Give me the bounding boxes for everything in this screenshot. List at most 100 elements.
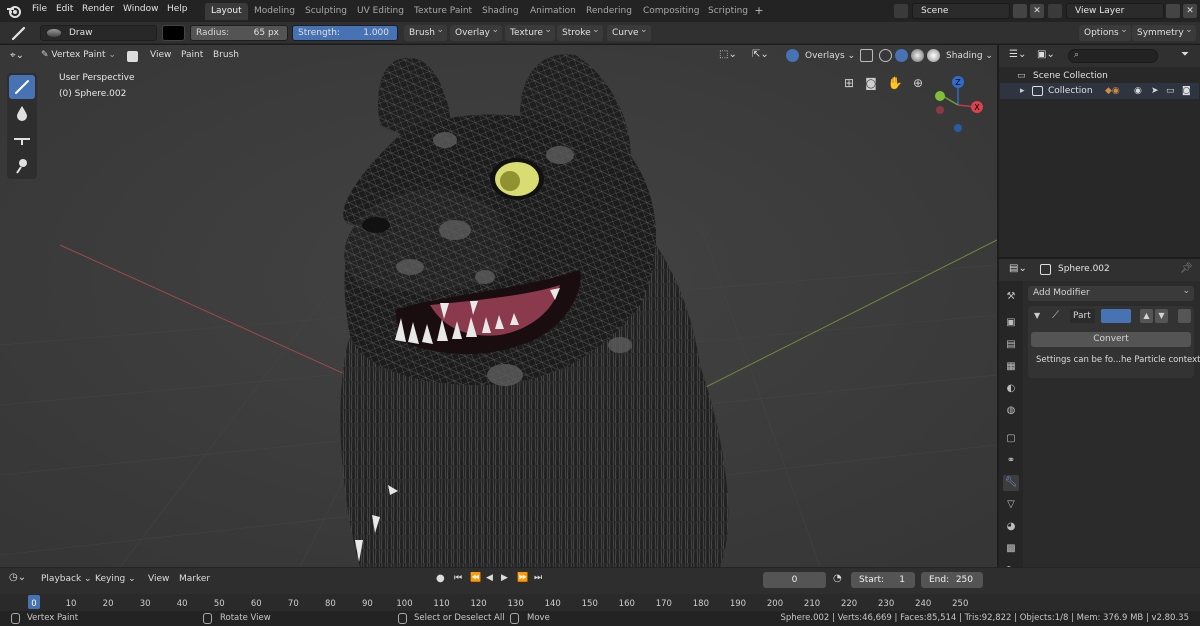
new-view-layer-icon[interactable]	[1166, 4, 1180, 18]
menu-file[interactable]: File	[32, 4, 47, 14]
tab-scene-icon[interactable]: ◐	[1003, 381, 1019, 397]
tab-object-icon[interactable]: ▢	[1003, 431, 1019, 447]
tab-rendering[interactable]: Rendering	[580, 3, 638, 20]
scene-field[interactable]: Scene	[912, 3, 1010, 19]
tab-animation[interactable]: Animation	[524, 3, 582, 20]
stroke-dropdown[interactable]: Stroke	[557, 22, 603, 41]
outliner-row-collection[interactable]: ▸ Collection ◆◉ ◉ ➤ ▭ ◙	[1000, 83, 1199, 99]
menu-window[interactable]: Window	[123, 4, 159, 14]
pin-icon[interactable]: 📌︎	[1180, 263, 1193, 274]
tab-view-layer-icon[interactable]: ▦	[1003, 359, 1019, 375]
curve-dropdown[interactable]: Curve	[607, 22, 651, 41]
camera-icon[interactable]: ◙	[862, 75, 880, 91]
next-keyframe-icon[interactable]: ⏩	[517, 573, 528, 583]
tab-uv-editing[interactable]: UV Editing	[351, 3, 410, 20]
render-camera-icon[interactable]: ◙	[1182, 83, 1191, 99]
tab-physics-icon[interactable]: ◕	[1003, 519, 1019, 535]
mode-selector[interactable]: ✎ Vertex Paint ⌄	[41, 50, 116, 60]
solid-shading-icon[interactable]	[895, 49, 908, 62]
gizmo-toggle-icon[interactable]: ⇱⌄	[752, 49, 769, 60]
shading-dropdown[interactable]: Shading ⌄	[946, 51, 993, 61]
properties-editor-icon[interactable]: ▤⌄	[1009, 263, 1027, 274]
current-frame-field[interactable]: 0	[763, 572, 826, 588]
options-dropdown[interactable]: Options	[1079, 22, 1131, 41]
hand-pan-icon[interactable]: ✋	[886, 75, 904, 91]
menu-help[interactable]: Help	[167, 4, 188, 14]
play-reverse-icon[interactable]: ◀	[486, 573, 493, 583]
brush-tool-icon[interactable]	[10, 25, 28, 41]
outliner-row-scene-collection[interactable]: ▭ Scene Collection	[1000, 68, 1199, 84]
modifier-visibility-toggles[interactable]	[1101, 309, 1131, 323]
preview-range-icon[interactable]: ◔	[833, 573, 842, 584]
3d-viewport[interactable]: User Perspective (0) Sphere.002 Z X ⊞ ◙ …	[0, 45, 997, 567]
tab-scripting[interactable]: Scripting	[702, 3, 754, 20]
selectable-arrow-icon[interactable]: ➤	[1151, 83, 1159, 99]
timeline-menu-playback[interactable]: Playback ⌄	[41, 574, 92, 584]
rendered-shading-icon[interactable]	[927, 49, 940, 62]
tab-texture-icon[interactable]: ▩	[1003, 541, 1019, 557]
viewport-menu-view[interactable]: View	[150, 50, 171, 60]
tab-constraints-icon[interactable]: ⚭	[1003, 453, 1019, 469]
blur-tool-button[interactable]	[9, 101, 35, 125]
brush-dropdown[interactable]: Brush	[404, 22, 447, 41]
tab-world-icon[interactable]: ◍	[1003, 403, 1019, 419]
outliner-search-input[interactable]: ⌕	[1068, 49, 1158, 63]
symmetry-dropdown[interactable]: Symmetry	[1132, 22, 1196, 41]
brush-selector[interactable]: Draw	[40, 25, 157, 41]
brush-color-swatch[interactable]	[162, 25, 185, 41]
timeline-menu-view[interactable]: View	[148, 574, 169, 584]
modifier-name-field[interactable]: Part	[1070, 309, 1095, 323]
convert-button[interactable]: Convert	[1031, 332, 1191, 347]
tab-modifiers-wrench-icon[interactable]: 🔧︎	[1003, 475, 1019, 491]
tab-tool-icon[interactable]: ⚒	[1003, 289, 1019, 305]
expand-arrow-icon[interactable]: ▸	[1020, 83, 1025, 99]
tab-compositing[interactable]: Compositing	[637, 3, 705, 20]
radius-field[interactable]: Radius: 65 px	[190, 25, 288, 41]
viewport-toggle-icon[interactable]: ▭	[1166, 83, 1175, 99]
move-up-icon[interactable]: ▲	[1140, 309, 1153, 323]
editor-type-icon[interactable]: ⌖⌄	[10, 50, 26, 62]
end-frame-field[interactable]: End: 250	[921, 572, 983, 588]
grid-view-icon[interactable]: ⊞	[840, 75, 858, 91]
paint-mask-icon[interactable]	[127, 51, 138, 62]
timeline-menu-marker[interactable]: Marker	[179, 574, 210, 584]
modifier-menu-icon[interactable]	[1178, 309, 1191, 323]
tab-shading[interactable]: Shading	[476, 3, 525, 20]
new-scene-icon[interactable]	[1013, 4, 1027, 18]
average-tool-button[interactable]	[9, 127, 35, 151]
record-icon[interactable]: ●	[436, 573, 445, 584]
navigation-gizmo[interactable]: Z X	[928, 75, 988, 139]
tab-layout[interactable]: Layout	[205, 3, 248, 20]
xray-icon[interactable]	[860, 49, 873, 62]
visibility-eye-icon[interactable]: ◉	[1134, 83, 1142, 99]
filter-icon[interactable]: ⏷	[1181, 49, 1189, 60]
tab-sculpting[interactable]: Sculpting	[299, 3, 353, 20]
blender-logo-icon[interactable]	[6, 3, 22, 19]
modifier-collapse-icon[interactable]: ▼	[1034, 311, 1040, 320]
jump-end-icon[interactable]: ⏭	[534, 573, 542, 583]
material-shading-icon[interactable]	[911, 49, 924, 62]
timeline-editor-icon[interactable]: ◷⌄	[9, 572, 26, 583]
strength-field[interactable]: Strength: 1.000	[292, 25, 398, 41]
prev-keyframe-icon[interactable]: ⏪	[470, 573, 481, 583]
timeline-menu-keying[interactable]: Keying ⌄	[95, 574, 136, 584]
overlay-dropdown[interactable]: Overlay	[450, 22, 502, 41]
overlays-dropdown[interactable]: Overlays ⌄	[805, 51, 855, 61]
texture-dropdown[interactable]: Texture	[505, 22, 555, 41]
view-layer-icon[interactable]	[1048, 4, 1062, 18]
outliner-editor-icon[interactable]: ☰⌄	[1009, 49, 1026, 60]
jump-start-icon[interactable]: ⏮	[454, 573, 462, 583]
menu-edit[interactable]: Edit	[56, 4, 73, 14]
view-layer-field[interactable]: View Layer	[1066, 3, 1164, 19]
wireframe-shading-icon[interactable]	[879, 49, 892, 62]
display-mode-icon[interactable]: ▣⌄	[1037, 49, 1055, 60]
overlays-toggle-icon[interactable]	[786, 49, 799, 62]
smear-tool-button[interactable]	[9, 153, 35, 177]
scene-selector-icon[interactable]	[894, 4, 908, 18]
delete-scene-icon[interactable]: ✕	[1030, 4, 1044, 18]
start-frame-field[interactable]: Start: 1	[851, 572, 915, 588]
play-icon[interactable]: ▶	[501, 573, 508, 583]
viewport-menu-paint[interactable]: Paint	[181, 50, 203, 60]
add-workspace-button[interactable]: +	[753, 5, 765, 17]
tab-modeling[interactable]: Modeling	[248, 3, 301, 20]
